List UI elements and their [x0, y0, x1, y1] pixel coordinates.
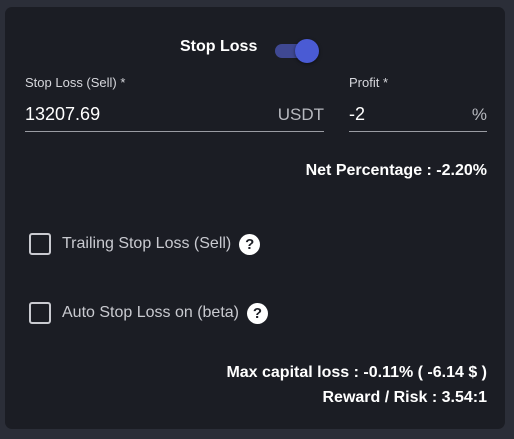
question-circle-icon[interactable]: ?	[239, 233, 261, 255]
stop-loss-toggle[interactable]	[273, 39, 321, 63]
stop-loss-unit: USDT	[277, 105, 324, 124]
stop-loss-field[interactable]: USDT	[25, 96, 324, 132]
toggle-knob	[295, 39, 319, 63]
stop-loss-header: Stop Loss	[5, 36, 505, 63]
trailing-stop-loss-checkbox[interactable]	[29, 233, 51, 255]
trailing-stop-loss-option[interactable]: Trailing Stop Loss (Sell) ?	[29, 232, 261, 256]
reward-risk: Reward / Risk : 3.54:1	[322, 389, 487, 406]
trailing-stop-loss-label: Trailing Stop Loss (Sell)	[62, 235, 232, 252]
stop-loss-input[interactable]	[25, 104, 265, 125]
profit-input[interactable]	[349, 104, 449, 125]
auto-stop-loss-option[interactable]: Auto Stop Loss on (beta) ?	[29, 301, 268, 325]
profit-unit: %	[471, 105, 487, 124]
max-capital-loss: Max capital loss : -0.11% ( -6.14 $ )	[226, 364, 487, 381]
question-circle-icon[interactable]: ?	[247, 302, 268, 324]
profit-label: Profit *	[349, 75, 389, 90]
auto-stop-loss-label: Auto Stop Loss on (beta)	[62, 304, 239, 321]
stop-loss-panel: Stop Loss Stop Loss (Sell) * USDT Profit…	[5, 7, 505, 429]
net-percentage: Net Percentage : -2.20%	[305, 162, 487, 179]
profit-field[interactable]: %	[349, 96, 487, 132]
stop-loss-title: Stop Loss	[180, 38, 258, 55]
auto-stop-loss-checkbox[interactable]	[29, 302, 51, 324]
stop-loss-label: Stop Loss (Sell) *	[25, 75, 126, 90]
